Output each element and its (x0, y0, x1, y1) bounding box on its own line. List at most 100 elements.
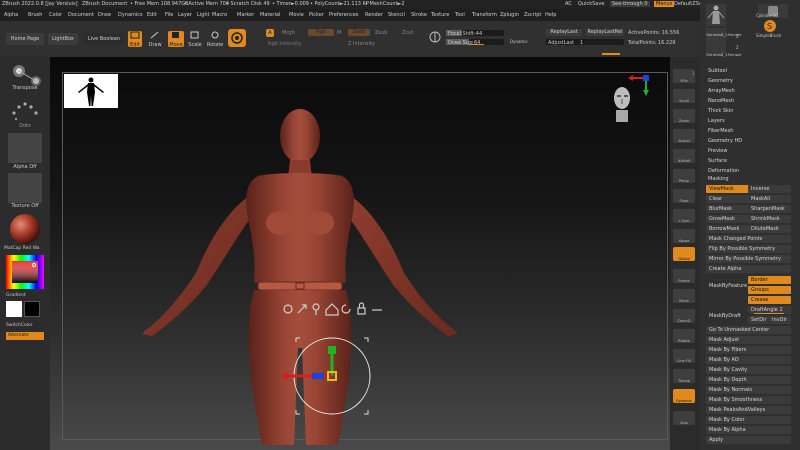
mrgb-button[interactable]: Mrgb (282, 30, 295, 36)
rotate-button[interactable]: Rotate (207, 31, 223, 48)
shelf-zoom[interactable]: Zoom (673, 109, 695, 123)
rgb-button[interactable]: Rgb (308, 29, 334, 36)
menu-file[interactable]: File (165, 12, 173, 18)
menu-material[interactable]: Material (260, 12, 280, 18)
shelf-actual[interactable]: Actual (673, 129, 695, 143)
alternate-button[interactable]: Alternate (6, 332, 44, 340)
blurmask-button[interactable]: BlurMask (706, 205, 749, 213)
mirror-by-symmetry-button[interactable]: Mirror By Possible Symmetry (706, 255, 791, 263)
move-button[interactable]: Move (168, 31, 184, 48)
section-masking[interactable]: Masking (708, 176, 729, 182)
menu-dynamics[interactable]: Dynamics (118, 12, 143, 18)
color-picker[interactable] (6, 255, 44, 289)
create-alpha-button[interactable]: Create Alpha (706, 265, 791, 273)
alpha-slot[interactable] (8, 133, 42, 163)
section-geometry-hd[interactable]: Geometry HD (708, 138, 742, 144)
zadd-button[interactable]: Zadd (348, 29, 370, 36)
lightbox-button[interactable]: LightBox (48, 33, 78, 45)
dynamic-toggle[interactable]: Dynamic (510, 39, 528, 44)
menu-preferences[interactable]: Preferences (329, 12, 358, 18)
menu-texture[interactable]: Texture (431, 12, 449, 18)
mask-mask-by-color[interactable]: Mask By Color (706, 416, 791, 424)
a-toggle[interactable]: A (266, 29, 274, 37)
transform-gizmo[interactable] (276, 336, 380, 420)
mask-by-draft-button[interactable]: MaskByDraft (706, 312, 749, 320)
inverse-button[interactable]: Inverse (748, 185, 791, 193)
menu-tool[interactable]: Tool (455, 12, 465, 18)
z-intensity-slider[interactable]: Z Intensity (348, 41, 375, 47)
mask-mask-by-alpha[interactable]: Mask By Alpha (706, 426, 791, 434)
dilutemask-button[interactable]: DiluteMask (748, 225, 791, 233)
switch-color-button[interactable]: SwitchColor (6, 323, 44, 328)
material-slot[interactable] (8, 213, 42, 245)
section-geometry[interactable]: Geometry (708, 78, 733, 84)
section-nanomesh[interactable]: NanoMesh (708, 98, 734, 104)
home-page-button[interactable]: Home Page (6, 33, 44, 45)
sharpenmask-button[interactable]: SharpenMask (748, 205, 791, 213)
gizmo-toolbar[interactable] (282, 300, 390, 320)
shelf-zoomd[interactable]: ZoomD (673, 309, 695, 323)
gizmo-toggle[interactable] (228, 29, 246, 47)
shelf-l-sym[interactable]: L.Sym (673, 209, 695, 223)
invdir-button[interactable]: InvDir (769, 316, 791, 324)
shelf-line-fill[interactable]: Line Fill (673, 349, 695, 363)
mask-mask-by-cavity[interactable]: Mask By Cavity (706, 366, 791, 374)
secondary-color-swatch[interactable] (24, 301, 40, 317)
adjust-last-slider[interactable]: AdjustLast 1 (546, 39, 624, 46)
menu-transform[interactable]: Transform (472, 12, 497, 18)
mask-apply[interactable]: Apply (706, 436, 791, 444)
shelf-aahalf[interactable]: AAHalf (673, 149, 695, 163)
shelf-xpose[interactable]: Xpose (673, 229, 695, 243)
menu-color[interactable]: Color (49, 12, 62, 18)
see-through-slider[interactable]: See-through 0 (610, 1, 650, 7)
shelf-transp[interactable]: Transp (673, 369, 695, 383)
replay-last-rel-button[interactable]: ReplayLastRel (586, 29, 624, 36)
primary-color-swatch[interactable] (6, 301, 22, 317)
menu-zplugin[interactable]: Zplugin (500, 12, 519, 18)
shelf-frame[interactable]: Frame (673, 269, 695, 283)
section-surface[interactable]: Surface (708, 158, 727, 164)
edit-button[interactable]: Edit (128, 31, 142, 48)
maskall-button[interactable]: MaskAll (748, 195, 791, 203)
mask-mask-by-smoothness[interactable]: Mask By Smoothness (706, 396, 791, 404)
clear-mask-button[interactable]: Clear (706, 195, 749, 203)
focal-shift-slider[interactable]: Focal Shift -44 (446, 30, 504, 37)
menu-render[interactable]: Render (365, 12, 383, 18)
crease-toggle[interactable]: Crease (748, 296, 791, 304)
menu-marker[interactable]: Marker (237, 12, 254, 18)
mask-mask-adjust[interactable]: Mask Adjust (706, 336, 791, 344)
tool-thumb-figure[interactable] (706, 4, 726, 26)
border-toggle[interactable]: Border (748, 276, 791, 284)
shelf-floor[interactable]: Floor (673, 189, 695, 203)
rgb-intensity-slider[interactable]: Rgb Intensity (268, 41, 301, 47)
section-subtool[interactable]: Subtool (708, 68, 727, 74)
mask-mask-by-ao[interactable]: Mask By AO (706, 356, 791, 364)
viewmask-button[interactable]: ViewMask (706, 185, 749, 193)
menu-picker[interactable]: Picker (309, 12, 324, 18)
shelf-rotate[interactable]: Rotate (673, 329, 695, 343)
section-thick-skin[interactable]: Thick Skin (708, 108, 733, 114)
menu-light[interactable]: Light (197, 12, 209, 18)
menus-button[interactable]: Menus (654, 1, 675, 7)
menu-brush[interactable]: Brush (28, 12, 42, 18)
menu-layer[interactable]: Layer (178, 12, 192, 18)
shelf-dynamic[interactable]: Dynamic (673, 389, 695, 403)
menu-draw[interactable]: Draw (98, 12, 111, 18)
section-arraymesh[interactable]: ArrayMesh (708, 88, 735, 94)
mask-mask-peaksandvalleys[interactable]: Mask PeaksAndValleys (706, 406, 791, 414)
shelf-solo[interactable]: Solo (673, 411, 695, 425)
zsub-button[interactable]: Zsub (375, 30, 387, 36)
flip-by-symmetry-button[interactable]: Flip By Possible Symmetry (706, 245, 791, 253)
mask-by-feature-button[interactable]: MaskByFeature (706, 282, 749, 290)
section-fibermesh[interactable]: FiberMesh (708, 128, 733, 134)
m-button[interactable]: M (337, 30, 341, 36)
quicksave-button[interactable]: QuickSave (578, 1, 604, 7)
mask-changed-points-button[interactable]: Mask Changed Points (706, 235, 791, 243)
menu-movie[interactable]: Movie (289, 12, 304, 18)
live-boolean-button[interactable]: Live Boolean (84, 33, 124, 45)
menu-document[interactable]: Document (68, 12, 94, 18)
shelf-gizmo[interactable]: Gizmo (673, 247, 695, 261)
stroke-dots-button[interactable] (10, 95, 40, 123)
mask-mask-by-fibers[interactable]: Mask By Fibers (706, 346, 791, 354)
menu-alpha[interactable]: Alpha (4, 12, 18, 18)
